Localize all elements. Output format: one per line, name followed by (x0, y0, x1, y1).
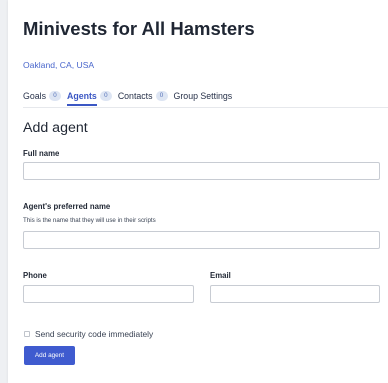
tab-group-settings-label: Group Settings (173, 90, 233, 101)
send-code-checkbox[interactable] (24, 331, 30, 337)
tab-agents-count-badge: 0 (99, 90, 112, 101)
tab-goals-label: Goals (23, 90, 46, 101)
tab-contacts[interactable]: Contacts 0 (118, 88, 168, 103)
email-input[interactable] (210, 285, 380, 303)
full-name-input[interactable] (23, 162, 380, 180)
send-code-row[interactable]: Send security code immediately (24, 329, 153, 339)
email-label: Email (210, 271, 231, 280)
preferred-name-hint: This is the name that they will use in t… (23, 217, 156, 224)
tab-divider (23, 107, 388, 108)
form-title: Add agent (23, 120, 88, 136)
phone-input[interactable] (23, 285, 194, 303)
group-location: Oakland, CA, USA (23, 60, 95, 70)
full-name-label: Full name (23, 149, 60, 158)
phone-label: Phone (23, 271, 47, 280)
group-card: Minivests for All Hamsters Oakland, CA, … (8, 0, 388, 383)
tab-group-settings[interactable]: Group Settings (174, 88, 233, 103)
preferred-name-label: Agent's preferred name (23, 202, 111, 211)
tab-goals-count-badge: 0 (48, 90, 61, 101)
tab-bar: Goals 0 Agents 0 Contacts 0 Group Settin… (23, 88, 238, 108)
tab-goals[interactable]: Goals 0 (23, 88, 61, 103)
tab-contacts-label: Contacts (117, 90, 153, 101)
tab-contacts-count-badge: 0 (155, 90, 168, 101)
tab-agents-label: Agents (66, 91, 97, 106)
tab-agents[interactable]: Agents 0 (66, 88, 112, 106)
send-code-label: Send security code immediately (35, 329, 154, 339)
add-agent-button[interactable]: Add agent (24, 346, 75, 365)
preferred-name-input[interactable] (23, 231, 380, 249)
page-title: Minivests for All Hamsters (23, 18, 255, 39)
